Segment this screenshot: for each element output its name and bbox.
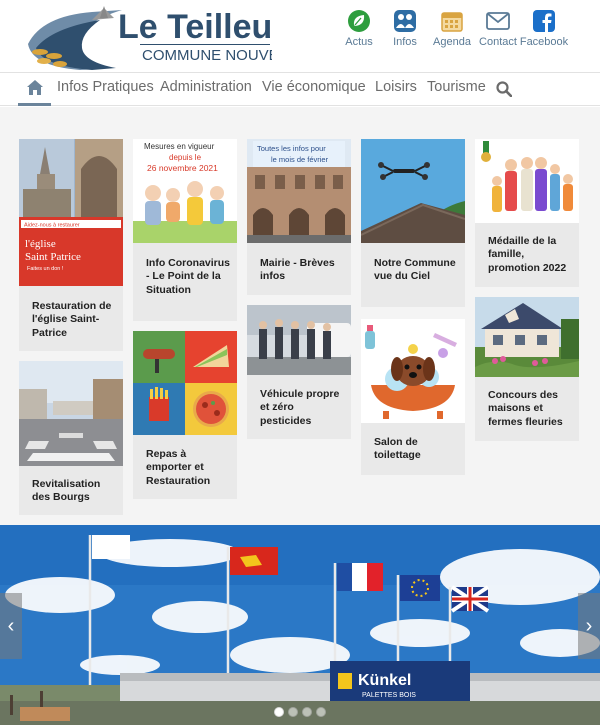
info-people-icon xyxy=(394,10,416,32)
site-logo[interactable]: Le Teilleul COMMUNE NOUVELLE xyxy=(22,4,272,72)
hero-banner: Künkel PALETTES BOIS xyxy=(0,525,600,725)
card-mairie[interactable]: Toutes les infos pour le mois de février… xyxy=(247,139,351,295)
active-underline xyxy=(18,103,51,106)
logo-title: Le Teilleul xyxy=(118,8,272,46)
card-vehicule-image xyxy=(247,305,351,375)
news-gallery: Aidez-nous à restaurer l'église Saint Pa… xyxy=(0,107,600,527)
card-vehicule-caption: Véhicule propre et zéro pesticides xyxy=(260,388,340,427)
slider-dots xyxy=(270,707,330,719)
slider-next-button[interactable]: › xyxy=(578,593,600,659)
slider-dot-4[interactable] xyxy=(316,707,326,717)
card-coronavirus-poster-line3: 26 novembre 2021 xyxy=(147,163,218,173)
card-fleuries[interactable]: Concours des maisons et fermes fleuries xyxy=(475,297,579,441)
search-icon[interactable] xyxy=(496,81,512,97)
card-eglise-image: Aidez-nous à restaurer l'église Saint Pa… xyxy=(19,139,123,286)
card-medaille[interactable]: Médaille de la famille, promotion 2022 xyxy=(475,139,579,287)
card-coronavirus-image: Mesures en vigueur depuis le 26 novembre… xyxy=(133,139,237,243)
card-mairie-poster-line2: le mois de février xyxy=(271,155,329,164)
card-fleuries-image xyxy=(475,297,579,377)
card-medaille-image xyxy=(475,139,579,223)
card-mairie-poster-line1: Toutes les infos pour xyxy=(257,144,326,153)
card-coronavirus-poster-line1: Mesures en vigueur xyxy=(144,142,215,151)
nav-administration[interactable]: Administration xyxy=(160,79,252,95)
card-repas[interactable]: Repas à emporter et Restauration xyxy=(133,331,237,499)
banner-image: Künkel PALETTES BOIS xyxy=(0,525,600,725)
card-medaille-caption: Médaille de la famille, promotion 2022 xyxy=(488,235,567,274)
logo-subtitle: COMMUNE NOUVELLE xyxy=(142,47,272,64)
calendar-icon xyxy=(441,12,463,32)
infos-link[interactable]: Infos xyxy=(378,9,432,48)
leaf-icon xyxy=(348,10,370,32)
facebook-icon xyxy=(533,10,555,32)
card-toilettage-caption: Salon de toilettage xyxy=(374,436,421,462)
card-revitalisation-caption: Revitalisation des Bourgs xyxy=(32,478,101,504)
slider-dot-1[interactable] xyxy=(274,707,284,717)
card-ciel-caption: Notre Commune vue du Ciel xyxy=(374,257,456,283)
nav-loisirs[interactable]: Loisirs xyxy=(375,79,417,95)
banner-sign-sub: PALETTES BOIS xyxy=(362,692,416,699)
envelope-icon xyxy=(486,12,510,30)
card-coronavirus[interactable]: Mesures en vigueur depuis le 26 novembre… xyxy=(133,139,237,321)
slider-prev-button[interactable]: ‹ xyxy=(0,593,22,659)
nav-tourisme[interactable]: Tourisme xyxy=(427,79,486,95)
card-eglise-poster-line1: Aidez-nous à restaurer xyxy=(24,223,80,229)
main-nav: Infos Pratiques Administration Vie écono… xyxy=(0,72,600,106)
card-ciel[interactable]: Notre Commune vue du Ciel xyxy=(361,139,465,307)
slider-dot-3[interactable] xyxy=(302,707,312,717)
card-eglise-caption: Restauration de l'église Saint-Patrice xyxy=(32,300,112,339)
slider-dot-2[interactable] xyxy=(288,707,298,717)
card-ciel-image xyxy=(361,139,465,243)
site-header: Le Teilleul COMMUNE NOUVELLE Actus Infos… xyxy=(0,0,600,72)
card-fleuries-caption: Concours des maisons et fermes fleuries xyxy=(488,389,563,428)
home-icon[interactable] xyxy=(26,79,44,96)
infos-label: Infos xyxy=(393,36,417,48)
card-vehicule[interactable]: Véhicule propre et zéro pesticides xyxy=(247,305,351,439)
card-toilettage[interactable]: Salon de toilettage xyxy=(361,319,465,475)
card-mairie-image: Toutes les infos pour le mois de février xyxy=(247,139,351,243)
card-eglise[interactable]: Aidez-nous à restaurer l'église Saint Pa… xyxy=(19,139,123,351)
card-repas-caption: Repas à emporter et Restauration xyxy=(146,448,211,487)
facebook-label: Facebook xyxy=(519,36,569,48)
banner-sign-brand: Künkel xyxy=(358,672,411,689)
card-repas-image xyxy=(133,331,237,435)
card-coronavirus-caption: Info Coronavirus - Le Point de la Situat… xyxy=(146,257,231,296)
card-toilettage-image xyxy=(361,319,465,423)
nav-infos-pratiques[interactable]: Infos Pratiques xyxy=(57,79,154,95)
nav-vie-economique[interactable]: Vie économique xyxy=(262,79,366,95)
card-eglise-poster-line2: l'église xyxy=(25,238,56,250)
card-revitalisation-image xyxy=(19,361,123,466)
card-revitalisation[interactable]: Revitalisation des Bourgs xyxy=(19,361,123,515)
facebook-link[interactable]: Facebook xyxy=(517,9,571,48)
card-mairie-caption: Mairie - Brèves infos xyxy=(260,257,335,283)
card-eglise-poster-line3: Saint Patrice xyxy=(25,251,81,263)
card-eglise-poster-line4: Faites un don ! xyxy=(27,266,64,272)
card-coronavirus-poster-line2: depuis le xyxy=(169,153,202,162)
